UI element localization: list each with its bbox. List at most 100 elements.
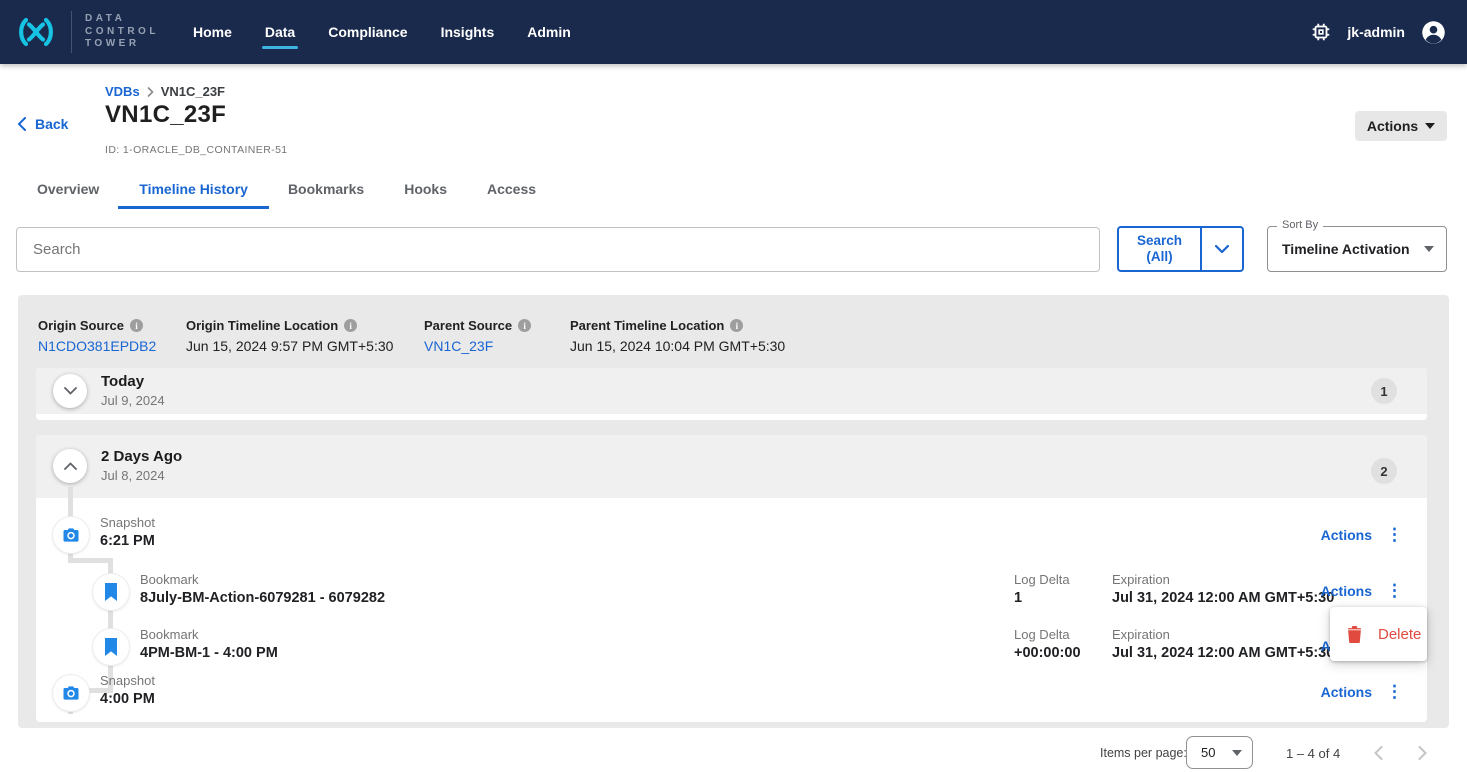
caret-down-icon xyxy=(1424,246,1434,252)
chevron-left-icon xyxy=(1374,746,1383,760)
back-button[interactable]: Back xyxy=(17,116,68,132)
timeline-group-2-days-ago: 2 Days Ago Jul 8, 2024 2 Snapshot 6:21 xyxy=(36,435,1427,722)
log-delta-value: +00:00:00 xyxy=(1014,645,1081,661)
entry-title: 4:00 PM xyxy=(100,691,155,707)
app-logo[interactable] xyxy=(0,15,59,49)
kebab-menu-icon[interactable]: ⋮ xyxy=(1386,683,1403,700)
entry-actions[interactable]: Actions ⋮ xyxy=(1321,683,1403,700)
brand-line: DATA xyxy=(85,13,159,26)
collapse-group-button[interactable] xyxy=(53,449,87,483)
kebab-menu-icon[interactable]: ⋮ xyxy=(1386,526,1403,543)
page-id: ID: 1-ORACLE_DB_CONTAINER-51 xyxy=(105,144,288,156)
brand-wordmark: DATA CONTROL TOWER xyxy=(85,13,159,51)
previous-page-button[interactable] xyxy=(1366,741,1390,765)
screen: DATA CONTROL TOWER Home Data Compliance … xyxy=(0,0,1467,772)
chevron-down-icon xyxy=(1215,245,1229,253)
group-title: 2 Days Ago xyxy=(101,448,182,465)
delete-menu-item[interactable]: Delete xyxy=(1378,626,1421,643)
breadcrumb-parent[interactable]: VDBs xyxy=(105,84,140,99)
actions-link[interactable]: Actions xyxy=(1321,527,1372,543)
snapshot-node xyxy=(53,517,89,553)
search-all-button[interactable]: Search (All) xyxy=(1117,226,1202,272)
meta-parent-source: Parent Sourcei VN1C_23F xyxy=(424,318,531,354)
trash-icon xyxy=(1347,626,1362,643)
tab-access[interactable]: Access xyxy=(487,181,536,209)
group-header: 2 Days Ago Jul 8, 2024 2 xyxy=(36,435,1427,498)
group-count-badge: 2 xyxy=(1371,458,1397,484)
page-range: 1 – 4 of 4 xyxy=(1286,746,1340,761)
log-delta-column: Log Delta +00:00:00 xyxy=(1014,627,1081,661)
meta-parent-timeline-location: Parent Timeline Location i Jun 15, 2024 1… xyxy=(570,318,785,354)
info-icon[interactable]: i xyxy=(130,319,143,332)
entry-type: Snapshot xyxy=(100,673,155,688)
top-nav: DATA CONTROL TOWER Home Data Compliance … xyxy=(0,0,1467,64)
items-per-page-label: Items per page: xyxy=(1100,746,1187,760)
entry-actions[interactable]: Actions ⋮ xyxy=(1321,526,1403,543)
tab-bookmarks[interactable]: Bookmarks xyxy=(288,181,364,209)
account-avatar-icon[interactable] xyxy=(1420,19,1447,46)
bookmark-node xyxy=(93,629,129,665)
expiration-value: Jul 31, 2024 12:00 AM GMT+5:30 xyxy=(1112,645,1334,661)
timeline-line xyxy=(68,558,113,563)
top-nav-right: jk-admin xyxy=(1310,19,1467,46)
entry-snapshot-400: Snapshot 4:00 PM xyxy=(100,673,155,707)
chevron-right-icon xyxy=(1418,746,1427,760)
page-title: VN1C_23F xyxy=(105,101,226,129)
chevron-down-icon xyxy=(64,387,77,395)
page-size-select[interactable]: 50 xyxy=(1186,736,1253,769)
search-options-button[interactable] xyxy=(1200,226,1244,272)
snapshot-node xyxy=(53,675,89,711)
back-label: Back xyxy=(35,116,68,132)
nav-item-home[interactable]: Home xyxy=(193,24,232,40)
group-date: Jul 8, 2024 xyxy=(101,468,182,483)
entry-type: Bookmark xyxy=(140,572,385,587)
log-delta-label: Log Delta xyxy=(1014,572,1070,587)
entry-bookmark-8july: Bookmark 8July-BM-Action-6079281 - 60792… xyxy=(140,572,385,606)
search-button-line2: (All) xyxy=(1146,249,1172,265)
caret-down-icon xyxy=(1232,750,1242,756)
log-delta-label: Log Delta xyxy=(1014,627,1081,642)
nav-item-admin[interactable]: Admin xyxy=(527,24,571,40)
timeline-group-today: Today Jul 9, 2024 1 xyxy=(36,368,1427,420)
info-icon[interactable]: i xyxy=(730,319,743,332)
entry-type: Bookmark xyxy=(140,627,278,642)
dct-logo-icon xyxy=(13,15,59,49)
nav-item-data[interactable]: Data xyxy=(265,24,295,40)
actions-link[interactable]: Actions xyxy=(1321,684,1372,700)
entry-bookmark-4pm: Bookmark 4PM-BM-1 - 4:00 PM xyxy=(140,627,278,661)
nav-item-insights[interactable]: Insights xyxy=(441,24,495,40)
entry-type: Snapshot xyxy=(100,515,155,530)
tab-hooks[interactable]: Hooks xyxy=(404,181,447,209)
group-date: Jul 9, 2024 xyxy=(101,393,165,408)
bookmark-node xyxy=(93,574,129,610)
search-input[interactable] xyxy=(16,227,1100,272)
api-chip-icon[interactable] xyxy=(1310,21,1332,43)
brand-divider xyxy=(71,11,72,53)
page-actions-button[interactable]: Actions xyxy=(1355,111,1447,141)
timeline-panel: Origin Sourcei N1CDO381EPDB2 Origin Time… xyxy=(18,295,1449,728)
parent-source-link[interactable]: VN1C_23F xyxy=(424,338,531,354)
meta-label: Parent Timeline Location xyxy=(570,318,724,333)
breadcrumb-current: VN1C_23F xyxy=(161,84,225,99)
search-button-line1: Search xyxy=(1137,233,1182,249)
nav-item-compliance[interactable]: Compliance xyxy=(328,24,407,40)
actions-link[interactable]: Actions xyxy=(1321,583,1372,599)
expiration-column: Expiration Jul 31, 2024 12:00 AM GMT+5:3… xyxy=(1112,627,1334,661)
sort-by-select[interactable]: Sort By Timeline Activation xyxy=(1267,226,1447,272)
info-icon[interactable]: i xyxy=(518,319,531,332)
origin-source-link[interactable]: N1CDO381EPDB2 xyxy=(38,338,156,354)
expand-group-button[interactable] xyxy=(53,374,87,408)
meta-origin-timeline-location: Origin Timeline Locationi Jun 15, 2024 9… xyxy=(186,318,393,354)
next-page-button[interactable] xyxy=(1410,741,1434,765)
breadcrumb: VDBs VN1C_23F xyxy=(105,84,225,99)
tab-overview[interactable]: Overview xyxy=(37,181,99,209)
entry-actions[interactable]: Actions ⋮ xyxy=(1321,582,1403,599)
tab-timeline-history[interactable]: Timeline History xyxy=(139,181,248,209)
log-delta-column: Log Delta 1 xyxy=(1014,572,1070,606)
kebab-menu-icon[interactable]: ⋮ xyxy=(1386,582,1403,599)
chevron-right-icon xyxy=(147,87,154,97)
info-icon[interactable]: i xyxy=(344,319,357,332)
nav-links: Home Data Compliance Insights Admin xyxy=(193,24,571,40)
log-delta-value: 1 xyxy=(1014,590,1070,606)
parent-timeline-location-value: Jun 15, 2024 10:04 PM GMT+5:30 xyxy=(570,338,785,354)
